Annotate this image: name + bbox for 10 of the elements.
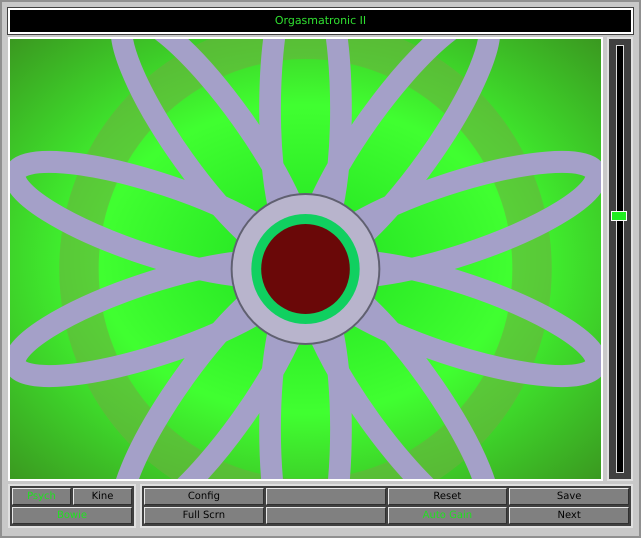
slider-thumb[interactable]	[611, 211, 627, 222]
blank-button[interactable]	[266, 488, 386, 505]
control-button[interactable]: Full Scrn	[144, 507, 264, 524]
mode-button[interactable]: Kine	[73, 488, 132, 505]
control-button[interactable]: Next	[509, 507, 629, 524]
window-title: Orgasmatronic II	[8, 8, 633, 34]
blank-button[interactable]	[266, 507, 386, 524]
control-button[interactable]: Config	[144, 488, 264, 505]
control-button[interactable]: Reset	[388, 488, 508, 505]
control-button[interactable]: Save	[509, 488, 629, 505]
